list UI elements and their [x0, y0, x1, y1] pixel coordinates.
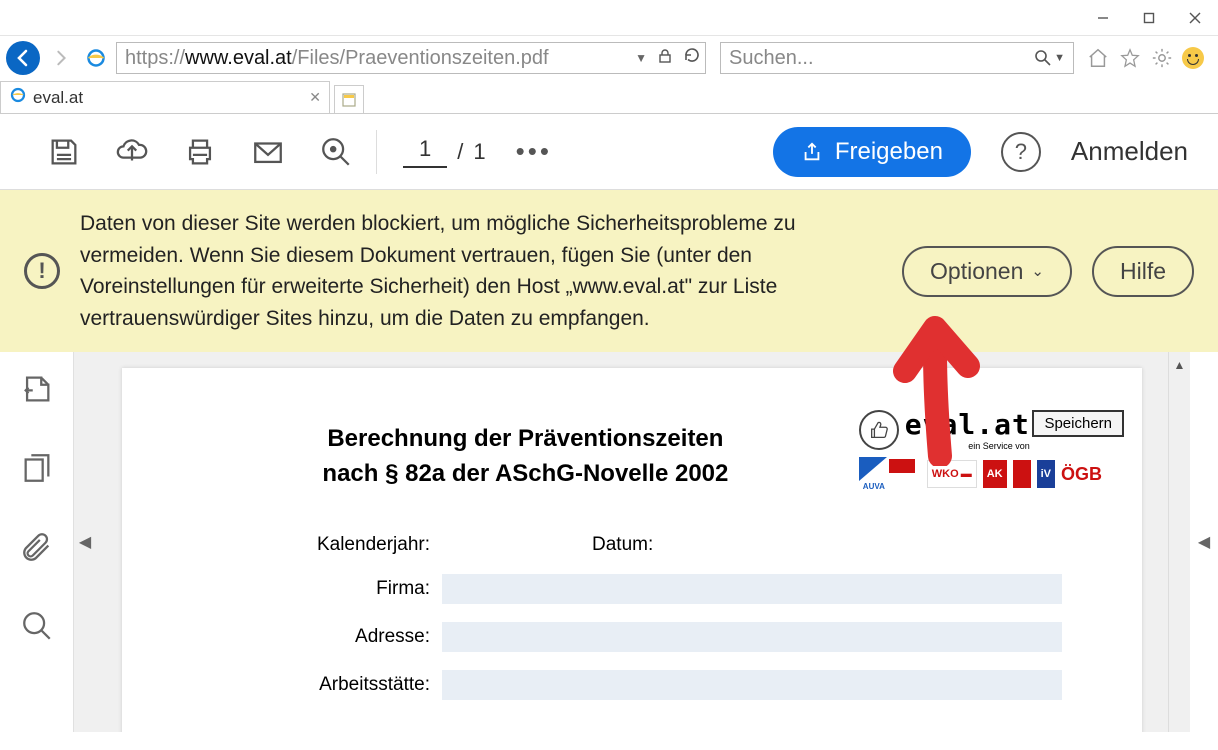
- url-scheme: https://: [125, 47, 185, 70]
- total-pages: 1: [473, 139, 485, 165]
- page-indicator: 1 / 1: [403, 136, 486, 168]
- chevron-down-icon: ⌄: [1031, 262, 1044, 280]
- warning-message: Daten von dieser Site werden blockiert, …: [80, 208, 800, 334]
- lock-icon[interactable]: [657, 47, 673, 70]
- red-logo: [1013, 460, 1031, 488]
- url-address-bar[interactable]: https://www.eval.at/Files/Praeventionsze…: [116, 42, 706, 74]
- input-adresse[interactable]: [442, 622, 1062, 652]
- input-firma[interactable]: [442, 574, 1062, 604]
- search-sidebar-icon[interactable]: [20, 609, 54, 648]
- eval-logo: eval.at ein Service von: [859, 408, 1030, 451]
- pdf-body-area: ◀ Speichern Berechnung der Präventionsze…: [0, 352, 1218, 732]
- new-tab-button[interactable]: [334, 85, 364, 113]
- search-icon[interactable]: [1034, 49, 1052, 67]
- security-warning-bar: ! Daten von dieser Site werden blockiert…: [0, 190, 1218, 352]
- ie-tab-icon: [9, 86, 27, 109]
- ak-logo: AK: [983, 460, 1007, 488]
- browser-tab[interactable]: eval.at ✕: [0, 81, 330, 113]
- search-dropdown-icon[interactable]: ▼: [1054, 52, 1065, 64]
- pages-icon[interactable]: [20, 451, 54, 490]
- expand-right-handle[interactable]: ◀: [1190, 352, 1218, 732]
- pdf-title: Berechnung der Präventionszeiten nach § …: [162, 408, 829, 492]
- close-button[interactable]: [1172, 2, 1218, 34]
- search-box[interactable]: Suchen... ▼: [720, 42, 1074, 74]
- browser-navbar: https://www.eval.at/Files/Praeventionsze…: [0, 36, 1218, 80]
- share-label: Freigeben: [835, 138, 943, 166]
- refresh-icon[interactable]: [683, 46, 701, 70]
- window-titlebar: [0, 0, 1218, 36]
- cloud-upload-icon[interactable]: [98, 122, 166, 182]
- vertical-scrollbar[interactable]: ▲: [1168, 352, 1190, 732]
- options-button[interactable]: Optionen ⌄: [902, 246, 1072, 297]
- label-datum: Datum:: [592, 534, 665, 556]
- pdf-sidebar: [0, 352, 74, 732]
- attachment-icon[interactable]: [20, 530, 54, 569]
- thumbs-up-icon: [859, 410, 899, 450]
- label-firma: Firma:: [232, 578, 442, 600]
- pdf-title-line1: Berechnung der Präventionszeiten: [222, 422, 829, 457]
- share-icon: [801, 141, 823, 163]
- toolbar-divider: [376, 130, 377, 174]
- help-button[interactable]: ?: [1001, 132, 1041, 172]
- pdf-toolbar: 1 / 1 ••• Freigeben ? Anmelden: [0, 114, 1218, 190]
- smiley-icon[interactable]: [1182, 47, 1204, 69]
- tab-title: eval.at: [33, 88, 83, 108]
- zoom-icon[interactable]: [302, 122, 370, 182]
- current-page-input[interactable]: 1: [403, 136, 447, 168]
- auva-logo: AUVA: [859, 457, 921, 491]
- export-icon[interactable]: [20, 372, 54, 411]
- save-icon[interactable]: [30, 122, 98, 182]
- pdf-page: Speichern Berechnung der Präventionszeit…: [122, 368, 1142, 732]
- browser-tabbar: eval.at ✕: [0, 80, 1218, 114]
- ie-logo-icon: [86, 48, 106, 68]
- home-icon[interactable]: [1086, 46, 1110, 70]
- options-label: Optionen: [930, 258, 1023, 285]
- nav-back-button[interactable]: [6, 41, 40, 75]
- partner-logos: AUVA WKO▬ AK iV ÖGB: [859, 457, 1102, 491]
- label-adresse: Adresse:: [232, 626, 442, 648]
- print-icon[interactable]: [166, 122, 234, 182]
- share-button[interactable]: Freigeben: [773, 127, 971, 177]
- page-separator: /: [457, 139, 463, 165]
- tab-close-icon[interactable]: ✕: [309, 89, 321, 106]
- nav-forward-button[interactable]: [44, 41, 78, 75]
- minimize-button[interactable]: [1080, 2, 1126, 34]
- search-placeholder: Suchen...: [729, 47, 814, 70]
- help-button-yellow[interactable]: Hilfe: [1092, 246, 1194, 297]
- pdf-title-line2: nach § 82a der ASchG-Novelle 2002: [222, 457, 829, 492]
- warning-icon: !: [24, 253, 60, 289]
- label-arbeitsstaette: Arbeitsstätte:: [232, 674, 442, 696]
- settings-gear-icon[interactable]: [1150, 46, 1174, 70]
- favorites-icon[interactable]: [1118, 46, 1142, 70]
- wko-logo: WKO▬: [927, 460, 977, 488]
- url-path: /Files/Praeventionszeiten.pdf: [292, 47, 549, 70]
- speichern-button[interactable]: Speichern: [1032, 410, 1124, 437]
- scroll-up-icon[interactable]: ▲: [1174, 358, 1186, 372]
- input-arbeitsstaette[interactable]: [442, 670, 1062, 700]
- signin-button[interactable]: Anmelden: [1071, 136, 1188, 167]
- help-label: Hilfe: [1120, 258, 1166, 285]
- pdf-form: Kalenderjahr: Datum: Firma: Adresse: Arb…: [162, 534, 1102, 700]
- iv-logo: iV: [1037, 460, 1055, 488]
- url-host: www.eval.at: [185, 47, 292, 70]
- more-menu-icon[interactable]: •••: [516, 136, 552, 167]
- maximize-button[interactable]: [1126, 2, 1172, 34]
- ogb-logo: ÖGB: [1061, 464, 1102, 485]
- eval-logo-sub: ein Service von: [905, 441, 1030, 451]
- label-kalenderjahr: Kalenderjahr:: [232, 534, 442, 556]
- email-icon[interactable]: [234, 122, 302, 182]
- dropdown-icon[interactable]: ▼: [635, 51, 647, 65]
- expand-left-handle[interactable]: ◀: [74, 352, 96, 732]
- pdf-page-container: Speichern Berechnung der Präventionszeit…: [96, 352, 1168, 732]
- eval-logo-text: eval.at: [905, 408, 1030, 441]
